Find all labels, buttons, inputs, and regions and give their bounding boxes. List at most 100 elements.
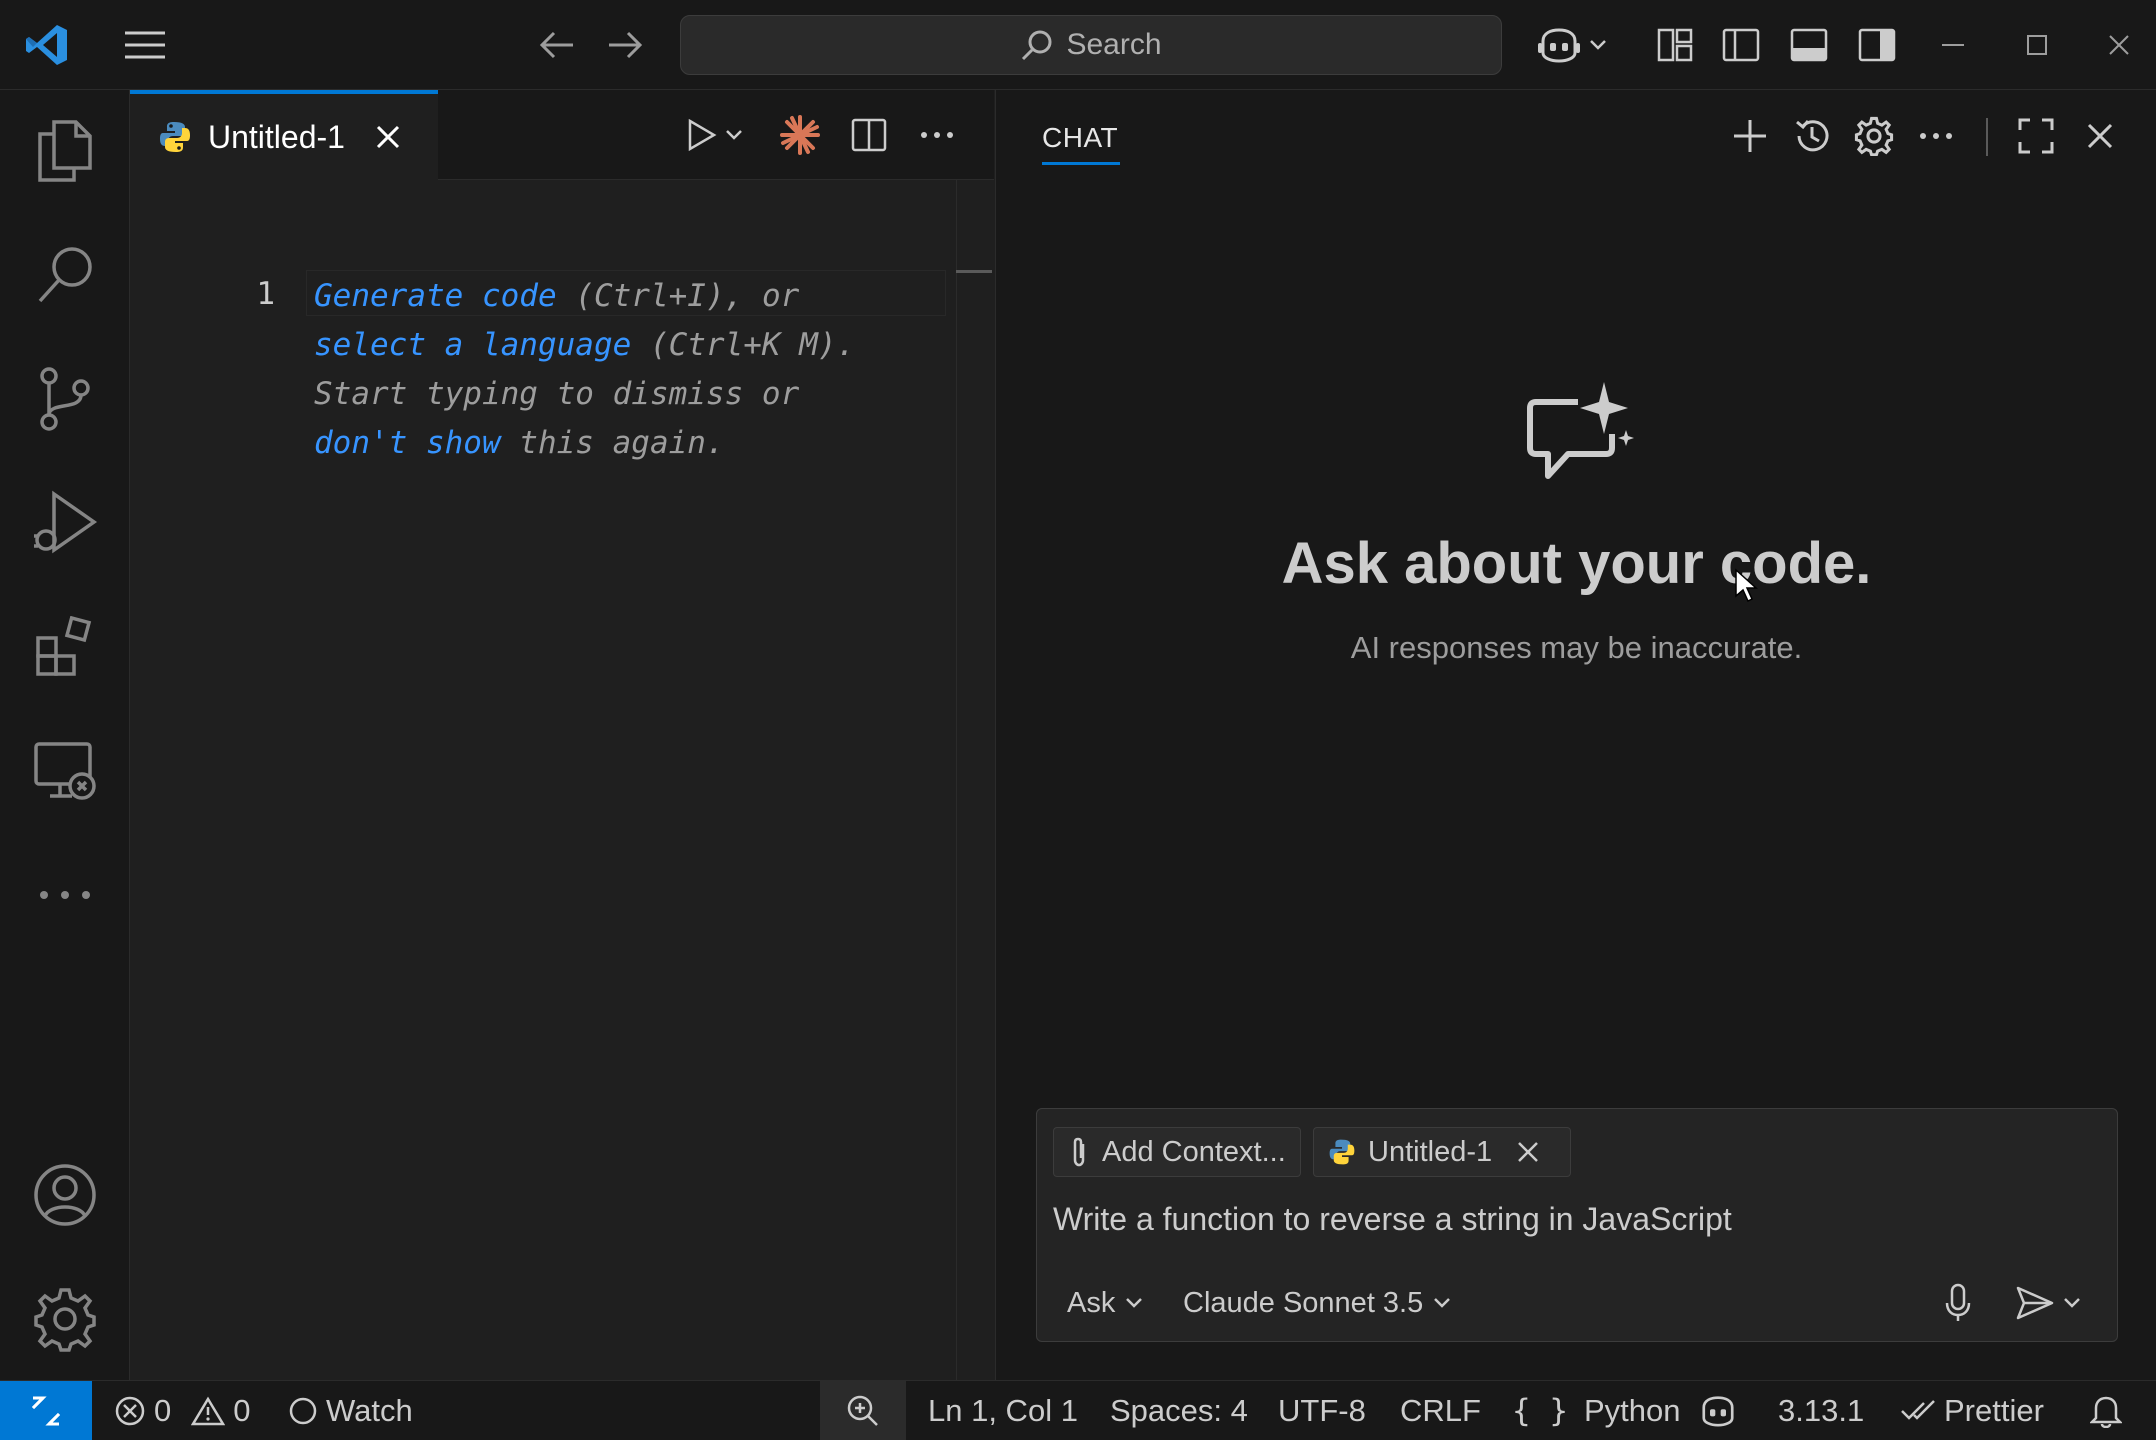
toggle-panel-icon[interactable] (1786, 22, 1832, 68)
chat-input-box[interactable]: Add Context... Untitled-1 Write a functi… (1036, 1108, 2118, 1342)
prettier-status[interactable]: Prettier (1900, 1381, 2044, 1440)
command-center-search[interactable]: Search (680, 15, 1502, 75)
minimize-icon[interactable] (1930, 22, 1976, 68)
tab-label: Untitled-1 (208, 118, 345, 155)
remote-explorer-icon[interactable] (0, 716, 130, 826)
encoding[interactable]: UTF-8 (1278, 1381, 1366, 1440)
scrollbar-thumb[interactable] (956, 270, 992, 273)
hint-line-4-rest: this again. (500, 425, 725, 461)
prettier-label: Prettier (1944, 1393, 2044, 1428)
more-icon[interactable] (0, 840, 130, 950)
status-bar: 0 0 Watch Ln 1, Col 1 Spaces: 4 UTF-8 CR… (0, 1380, 2156, 1440)
dont-show-link[interactable]: don't show (314, 425, 501, 461)
watch-button[interactable]: Watch (288, 1381, 413, 1440)
forward-arrow-icon[interactable] (602, 24, 648, 66)
explorer-icon[interactable] (0, 96, 130, 206)
toggle-primary-sidebar-icon[interactable] (1718, 22, 1764, 68)
python-file-icon (1328, 1138, 1356, 1166)
problems-indicator[interactable]: 0 0 (114, 1381, 251, 1440)
chat-settings-gear-icon[interactable] (1848, 110, 1900, 162)
chevron-down-icon (1125, 1297, 1143, 1309)
copilot-menu-button[interactable] (1532, 22, 1612, 68)
remove-context-icon[interactable] (1516, 1140, 1540, 1164)
paperclip-icon (1068, 1136, 1090, 1168)
chat-panel: CHAT Ask about your code. AI responses m… (995, 90, 2156, 1380)
model-picker[interactable]: Claude Sonnet 3.5 (1183, 1281, 1451, 1325)
tab-untitled-1[interactable]: Untitled-1 (130, 90, 438, 180)
chat-history-icon[interactable] (1786, 110, 1838, 162)
send-button[interactable] (2015, 1281, 2081, 1325)
layout-customize-icon[interactable] (1652, 22, 1698, 68)
copilot-icon (1537, 27, 1581, 63)
circle-icon (288, 1396, 318, 1426)
close-window-icon[interactable] (2096, 22, 2142, 68)
menu-icon[interactable] (118, 22, 172, 68)
warning-count: 0 (233, 1393, 251, 1428)
generate-code-link[interactable]: Generate code (314, 278, 557, 314)
zoom-icon[interactable] (820, 1381, 906, 1440)
chat-more-icon[interactable] (1910, 110, 1962, 162)
indentation[interactable]: Spaces: 4 (1110, 1381, 1248, 1440)
line-number: 1 (256, 276, 275, 312)
send-icon (2015, 1285, 2055, 1321)
context-file-chip[interactable]: Untitled-1 (1313, 1127, 1571, 1177)
language-label: Python (1584, 1393, 1681, 1428)
extensions-icon[interactable] (0, 592, 130, 702)
source-control-icon[interactable] (0, 344, 130, 454)
chat-welcome-heading: Ask about your code. (1281, 531, 1872, 596)
language-mode[interactable]: { } Python (1512, 1381, 1681, 1440)
hint-shortcut-2: (Ctrl+K M). (631, 327, 856, 363)
remote-indicator-icon[interactable] (0, 1381, 92, 1440)
chat-disclaimer: AI responses may be inaccurate. (1350, 630, 1803, 665)
manage-gear-icon[interactable] (0, 1264, 130, 1374)
cursor-position[interactable]: Ln 1, Col 1 (928, 1381, 1078, 1440)
more-actions-icon[interactable] (910, 90, 964, 180)
microphone-icon[interactable] (1945, 1281, 1971, 1325)
mouse-cursor (1734, 568, 1758, 604)
editor-tab-bar: Untitled-1 (130, 90, 994, 180)
active-tab-indicator (1042, 162, 1120, 165)
copilot-status-icon[interactable] (1698, 1381, 1738, 1440)
play-icon (687, 118, 717, 152)
close-tab-icon[interactable] (375, 124, 401, 150)
new-chat-icon[interactable] (1724, 110, 1776, 162)
python-file-icon (158, 120, 192, 154)
notifications-bell-icon[interactable] (2090, 1381, 2122, 1440)
context-file-label: Untitled-1 (1368, 1135, 1493, 1168)
warning-icon (191, 1396, 226, 1426)
maximize-panel-icon[interactable] (2010, 110, 2062, 162)
vscode-logo (20, 18, 74, 72)
split-editor-icon[interactable] (842, 90, 896, 180)
title-bar: Search (0, 0, 2156, 90)
line-ending[interactable]: CRLF (1400, 1381, 1481, 1440)
run-debug-icon[interactable] (0, 468, 130, 578)
back-arrow-icon[interactable] (534, 24, 580, 66)
activity-bar (0, 90, 130, 1380)
maximize-icon[interactable] (2014, 22, 2060, 68)
search-placeholder: Search (1066, 28, 1162, 61)
chevron-down-icon (2063, 1297, 2081, 1309)
error-count: 0 (154, 1393, 172, 1428)
hint-shortcut-1: (Ctrl+I), or (556, 278, 800, 314)
chat-input-field[interactable]: Write a function to reverse a string in … (1053, 1201, 1732, 1238)
chevron-down-icon (1433, 1297, 1451, 1309)
accounts-icon[interactable] (0, 1140, 130, 1250)
run-python-button[interactable] (676, 90, 754, 180)
editor-area: Untitled-1 1 Generate code (Ctrl+I), or … (130, 90, 994, 1440)
python-version[interactable]: 3.13.1 (1778, 1381, 1864, 1440)
chevron-down-icon (725, 129, 743, 141)
chevron-down-icon (1589, 39, 1607, 51)
add-context-button[interactable]: Add Context... (1053, 1127, 1301, 1177)
claude-sparkle-icon[interactable] (772, 90, 828, 180)
tab-chat[interactable]: CHAT (1042, 122, 1118, 154)
editor-scroll-edge (956, 180, 957, 1440)
chat-sparkle-icon (1526, 380, 1636, 484)
close-panel-icon[interactable] (2074, 110, 2126, 162)
mode-picker[interactable]: Ask (1067, 1281, 1143, 1325)
toggle-secondary-sidebar-icon[interactable] (1854, 22, 1900, 68)
search-icon (1020, 28, 1054, 62)
select-language-link[interactable]: select a language (314, 327, 631, 363)
error-icon (114, 1395, 146, 1427)
toolbar-separator (1986, 118, 1988, 156)
search-icon[interactable] (0, 220, 130, 330)
